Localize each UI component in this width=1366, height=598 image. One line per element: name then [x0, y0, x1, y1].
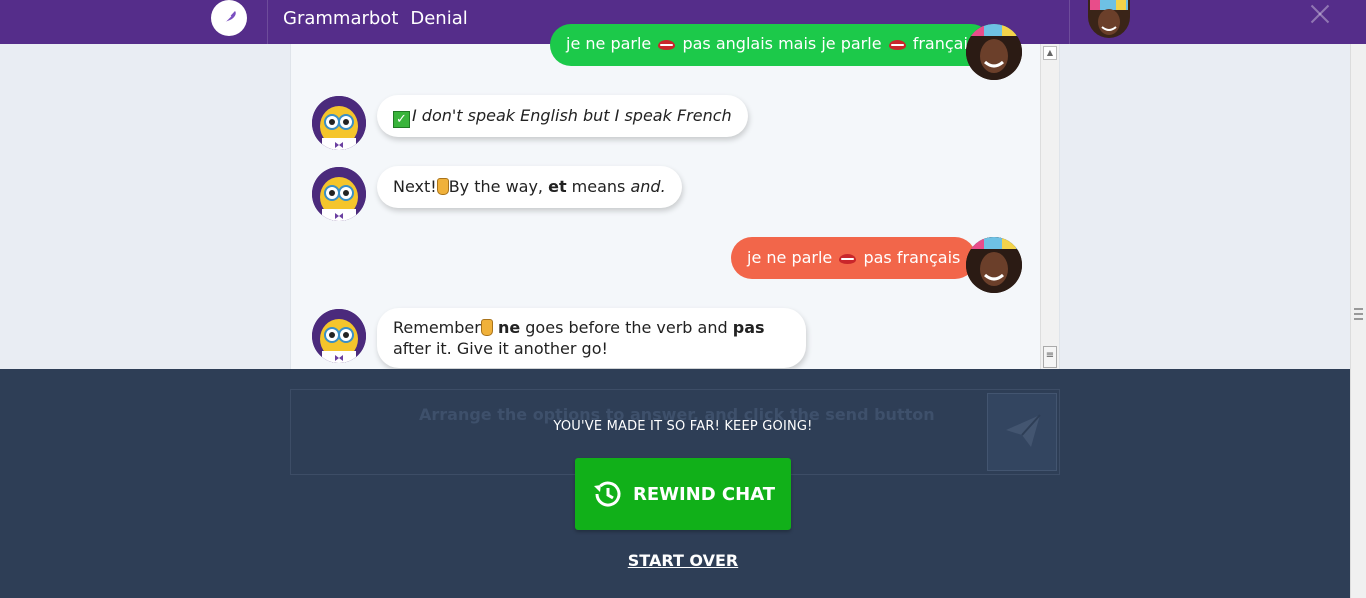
message-text: Next! — [393, 177, 437, 196]
message-text: Remember — [393, 318, 481, 337]
header-divider — [267, 0, 268, 44]
bot-message-bubble: ✓ I don't speak English but I speak Frenc… — [377, 95, 748, 137]
user-avatar — [966, 24, 1022, 80]
message-text: means — [566, 177, 631, 196]
message-text: pas français — [863, 248, 961, 267]
bot-message-bubble: Next! By the way, et means and. — [377, 166, 682, 208]
start-over-link[interactable]: START OVER — [0, 551, 1366, 570]
message-text: I don't speak English but I speak French — [412, 106, 732, 125]
header-divider — [1069, 0, 1070, 44]
user-message-bubble: je ne parle pas anglais mais je parle fr… — [550, 24, 993, 66]
history-icon — [593, 481, 621, 507]
quill-icon — [220, 11, 236, 27]
bot-avatar — [312, 96, 366, 150]
lips-icon — [888, 40, 906, 50]
owl-robot-icon — [312, 96, 366, 150]
chat-scrollbar[interactable]: ▲ ≡ — [1040, 44, 1059, 389]
message-text: ne — [497, 318, 521, 337]
scroll-grip-icon[interactable] — [1354, 308, 1363, 320]
user-photo-icon — [966, 237, 1022, 293]
user-message-bubble: je ne parle pas français — [731, 237, 977, 279]
scroll-thumb[interactable]: ≡ — [1043, 346, 1057, 368]
app-logo[interactable] — [211, 0, 247, 36]
pointing-hand-icon — [480, 319, 493, 336]
message-text: je ne parle — [747, 248, 833, 267]
user-avatar — [966, 237, 1022, 293]
lips-icon — [839, 254, 857, 264]
rewind-chat-button[interactable]: REWIND CHAT — [575, 458, 791, 530]
close-icon[interactable] — [1308, 2, 1332, 26]
message-text: goes before the verb and — [520, 318, 733, 337]
encouragement-message: YOU'VE MADE IT SO FAR! KEEP GOING! — [553, 419, 813, 434]
user-photo-icon — [1088, 0, 1130, 38]
message-text: and. — [630, 177, 666, 196]
bot-avatar — [312, 167, 366, 221]
message-text: after it. Give it another go! — [393, 339, 608, 358]
user-photo-icon — [966, 24, 1022, 80]
chat-title: Denial — [410, 8, 468, 29]
message-text: By the way, — [448, 177, 549, 196]
message-text: pas — [732, 318, 765, 337]
bot-message-bubble: Remember ne goes before the verb and pas… — [377, 308, 806, 368]
message-text: et — [548, 177, 567, 196]
owl-robot-icon — [312, 167, 366, 221]
check-mark-icon: ✓ — [393, 111, 410, 128]
app-name: Grammarbot — [283, 8, 399, 29]
page-title: Grammarbot Denial — [283, 7, 468, 31]
rewind-chat-label: REWIND CHAT — [632, 483, 776, 505]
user-avatar-header[interactable] — [1088, 0, 1130, 38]
lips-icon — [658, 40, 676, 50]
page-scrollbar[interactable] — [1350, 44, 1366, 598]
owl-robot-icon — [312, 309, 366, 363]
scroll-up-icon[interactable]: ▲ — [1043, 46, 1057, 60]
bot-avatar — [312, 309, 366, 363]
message-text: je ne parle — [566, 34, 652, 53]
message-text: pas anglais mais je parle — [682, 34, 882, 53]
pointing-hand-icon — [436, 178, 449, 195]
